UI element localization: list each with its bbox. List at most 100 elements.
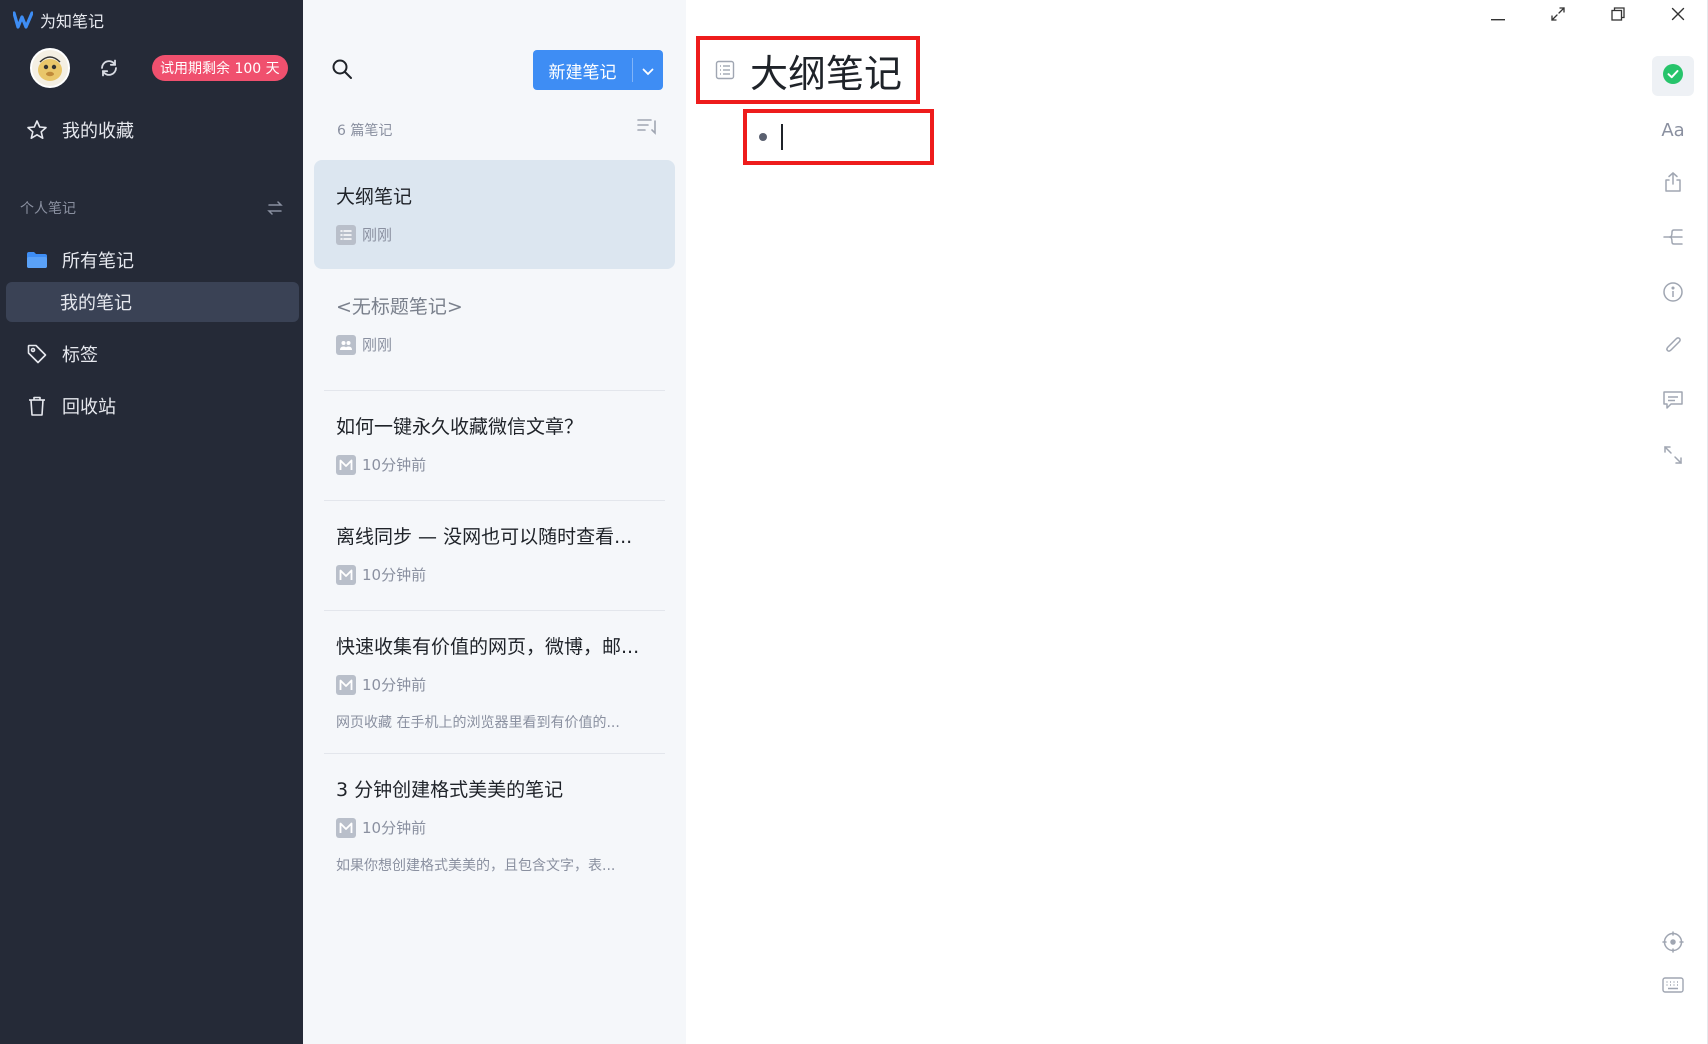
comment-button[interactable] <box>1652 382 1694 422</box>
note-time: 刚刚 <box>362 226 393 244</box>
minimize-icon <box>1491 6 1505 25</box>
note-time: 10分钟前 <box>362 676 427 694</box>
note-card[interactable]: 3 分钟创建格式美美的笔记 10分钟前 如果你想创建格式美美的，且包含文字，表.… <box>314 754 675 894</box>
share-button[interactable] <box>1652 164 1694 204</box>
locate-icon <box>1662 930 1684 958</box>
diagonal-expand-icon <box>1663 445 1683 470</box>
new-note-button-group: 新建笔记 <box>533 50 663 90</box>
note-title: 3 分钟创建格式美美的笔记 <box>336 779 564 801</box>
section-personal-notes: 个人笔记 <box>20 196 285 220</box>
expand-editor-button[interactable] <box>1652 437 1694 477</box>
note-time: 10分钟前 <box>362 819 427 837</box>
note-title: 快速收集有价值的网页，微博，邮... <box>336 636 640 658</box>
note-title: 如何一键永久收藏微信文章？ <box>336 416 584 438</box>
note-card[interactable]: 大纲笔记 刚刚 <box>314 160 675 269</box>
note-count: 6 篇笔记 <box>337 123 393 139</box>
restore-icon <box>1611 6 1625 25</box>
markdown-icon <box>336 674 356 695</box>
sidebar-item-label: 标签 <box>62 345 98 366</box>
sidebar-item-my-notes[interactable]: 我的笔记 <box>6 282 299 322</box>
sync-icon[interactable] <box>96 55 122 81</box>
text-caret <box>781 124 783 150</box>
new-note-button[interactable]: 新建笔记 <box>533 50 632 90</box>
collab-icon <box>336 334 356 355</box>
comment-icon <box>1662 390 1684 415</box>
locate-button[interactable] <box>1652 924 1694 964</box>
fullscreen-button[interactable] <box>1528 0 1588 30</box>
note-time: 刚刚 <box>362 336 393 354</box>
sidebar-item-all-notes[interactable]: 所有笔记 <box>6 240 299 280</box>
note-card[interactable]: 如何一键永久收藏微信文章？ 10分钟前 <box>314 391 675 501</box>
bullet-dot[interactable] <box>759 133 767 141</box>
note-title: <无标题笔记> <box>336 296 463 318</box>
sidebar-item-label: 回收站 <box>62 397 116 418</box>
window-controls <box>1468 0 1708 30</box>
markdown-icon <box>336 817 356 838</box>
note-card[interactable]: 快速收集有价值的网页，微博，邮... 10分钟前 网页收藏 在手机上的浏览器里看… <box>314 611 675 754</box>
restore-button[interactable] <box>1588 0 1648 30</box>
swap-icon[interactable] <box>265 198 285 218</box>
chevron-down-icon <box>642 61 654 80</box>
expand-icon <box>1551 6 1565 25</box>
mindmap-icon <box>1662 227 1684 252</box>
note-meta: 10分钟前 <box>336 564 426 585</box>
app-title-bar: 为知笔记 <box>12 8 104 32</box>
sidebar-item-label: 所有笔记 <box>62 251 134 272</box>
sidebar-item-label: 我的笔记 <box>60 293 132 314</box>
sidebar-item-trash[interactable]: 回收站 <box>6 386 299 426</box>
sidebar-item-label: 我的收藏 <box>62 121 134 142</box>
title-highlight-box: 大纲笔记 <box>696 36 920 104</box>
folder-icon <box>26 249 48 271</box>
new-note-dropdown[interactable] <box>633 50 663 90</box>
note-time: 10分钟前 <box>362 456 427 474</box>
markdown-icon <box>336 454 356 475</box>
trash-icon <box>26 395 48 417</box>
font-button[interactable]: Aa <box>1652 110 1694 150</box>
note-title: 大纲笔记 <box>336 186 413 208</box>
close-button[interactable] <box>1648 0 1708 30</box>
note-meta: 10分钟前 <box>336 817 426 838</box>
note-snippet: 如果你想创建格式美美的，且包含文字，表... <box>336 858 616 874</box>
note-card[interactable]: <无标题笔记> 刚刚 <box>314 270 675 391</box>
paperclip-icon <box>1663 335 1683 362</box>
avatar[interactable] <box>30 48 70 88</box>
app-title: 为知笔记 <box>40 12 105 31</box>
sidebar-item-tags[interactable]: 标签 <box>6 334 299 374</box>
saved-status-button[interactable] <box>1652 56 1694 96</box>
search-icon[interactable] <box>329 56 355 82</box>
note-meta: 10分钟前 <box>336 454 426 475</box>
outline-bullet-box[interactable] <box>743 109 934 165</box>
note-title-input[interactable]: 大纲笔记 <box>750 43 902 98</box>
mindmap-button[interactable] <box>1652 219 1694 259</box>
outline-doc-icon <box>714 59 736 81</box>
share-icon <box>1663 171 1683 198</box>
sort-icon[interactable] <box>635 116 661 138</box>
trial-badge[interactable]: 试用期剩余 100 天 <box>152 55 288 81</box>
close-icon <box>1671 6 1685 25</box>
minimize-button[interactable] <box>1468 0 1528 30</box>
note-title: 离线同步 — 没网也可以随时查看... <box>336 526 633 548</box>
note-meta: 刚刚 <box>336 334 392 355</box>
outline-icon <box>336 224 356 245</box>
check-circle-icon <box>1662 63 1684 90</box>
sidebar-item-favorites[interactable]: 我的收藏 <box>6 110 299 150</box>
editor-panel: 大纲笔记 Aa <box>686 0 1708 1044</box>
markdown-icon <box>336 564 356 585</box>
note-meta: 刚刚 <box>336 224 392 245</box>
wiz-logo-icon <box>12 9 34 31</box>
note-snippet: 网页收藏 在手机上的浏览器里看到有价值的... <box>336 715 620 731</box>
note-meta: 10分钟前 <box>336 674 426 695</box>
info-icon <box>1662 281 1684 308</box>
section-title: 个人笔记 <box>20 201 76 217</box>
attachment-button[interactable] <box>1652 328 1694 368</box>
user-row: 试用期剩余 100 天 <box>30 48 288 88</box>
sidebar: 为知笔记 试用期剩余 100 天 我的收藏 个人笔记 所有笔记 我的笔记 标签 … <box>0 0 303 1044</box>
note-card[interactable]: 离线同步 — 没网也可以随时查看... 10分钟前 <box>314 501 675 611</box>
star-icon <box>26 119 48 141</box>
note-time: 10分钟前 <box>362 566 427 584</box>
tag-icon <box>26 343 48 365</box>
info-button[interactable] <box>1652 274 1694 314</box>
note-list-panel: 新建笔记 6 篇笔记 大纲笔记 刚刚 <无标题笔记> 刚刚 如何一键永久收藏微信… <box>303 0 686 1044</box>
keyboard-button[interactable] <box>1652 967 1694 1007</box>
keyboard-icon <box>1662 976 1684 998</box>
